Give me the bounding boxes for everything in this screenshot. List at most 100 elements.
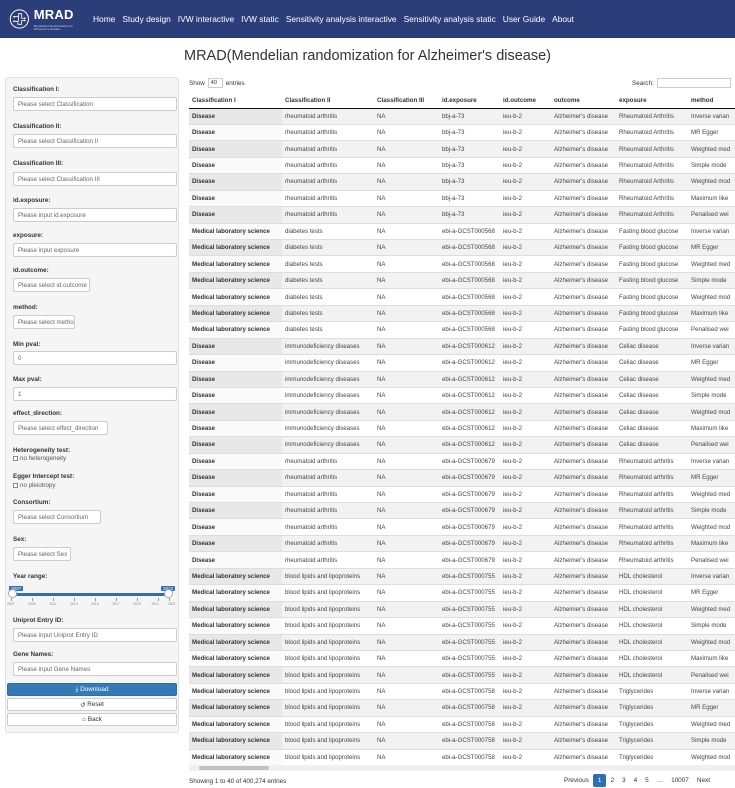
table-cell: Disease — [189, 354, 282, 371]
back-button[interactable]: ⌂ Back — [7, 713, 177, 726]
nav-link-user-guide[interactable]: User Guide — [503, 14, 545, 24]
page-button-1[interactable]: 1 — [592, 773, 607, 787]
method-select[interactable]: Please select method — [13, 315, 75, 329]
column-header[interactable]: id.outcome — [500, 93, 551, 109]
table-cell: Alzheimer's disease — [551, 288, 616, 306]
max-pval-input[interactable]: 1 — [13, 387, 177, 401]
search-input[interactable] — [656, 78, 731, 88]
table-cell: ebi-a-GCST000679 — [439, 518, 500, 536]
min-pval-input[interactable]: 0 — [13, 351, 177, 365]
nav-link-about[interactable]: About — [552, 14, 574, 24]
table-cell: NA — [374, 518, 439, 536]
page-button-3[interactable]: 3 — [618, 775, 630, 786]
table-cell: ieu-b-2 — [500, 354, 551, 371]
column-header[interactable]: exposure — [616, 93, 688, 109]
id-outcome-select[interactable]: Please select id.outcome — [13, 278, 90, 292]
table-cell: ebi-a-GCST000758 — [439, 748, 500, 765]
column-header[interactable]: id.exposure — [439, 93, 500, 109]
page-button-next[interactable]: Next — [693, 775, 714, 786]
table-cell: ebi-a-GCST000755 — [439, 584, 500, 602]
download-button[interactable]: ⤓ Download — [7, 683, 177, 696]
table-cell: Alzheimer's disease — [551, 666, 616, 684]
horizontal-scrollbar[interactable] — [189, 765, 735, 771]
nav-link-sensitivity-analysis-static[interactable]: Sensitivity analysis static — [404, 14, 496, 24]
scrollbar-thumb[interactable] — [199, 766, 269, 770]
exposure-label: exposure: — [13, 232, 44, 239]
table-row: Disease immunodeficiency diseases NA ebi-a-… — [189, 436, 735, 454]
table-cell: Disease — [189, 386, 282, 404]
table-cell: Simple mode — [688, 501, 735, 519]
classification3-select[interactable]: Please select Classification III — [13, 172, 177, 186]
column-header[interactable]: outcome — [551, 93, 616, 109]
table-cell: MR Egger — [688, 238, 735, 256]
table-cell: ieu-b-2 — [500, 173, 551, 191]
table-cell: bbj-a-73 — [439, 123, 500, 141]
page-length-select[interactable]: 40 — [207, 78, 223, 88]
nav-link-study-design[interactable]: Study design — [122, 14, 170, 24]
id-exposure-input[interactable]: Please input id.exposure — [13, 208, 177, 222]
no-pleiotropy-checkbox[interactable]: no pleiotropy — [13, 482, 55, 489]
year-range-slider[interactable]: 2007 2022 200720092011201320152017201920… — [7, 586, 175, 608]
table-cell: ieu-b-2 — [500, 140, 551, 158]
slider-max-handle[interactable] — [164, 589, 173, 598]
table-cell: Alzheimer's disease — [551, 123, 616, 141]
table-cell: ieu-b-2 — [500, 436, 551, 454]
filter-sidebar: Classification I: Please select Classifi… — [5, 77, 179, 733]
uniprot-input[interactable]: Please input Uniprot Entry ID — [13, 628, 177, 642]
table-cell: Maximum like — [688, 534, 735, 552]
gene-names-input[interactable]: Please input Gene Names — [13, 662, 177, 676]
brand-logo[interactable]: MRAD Mendelian Randomization for Alzheime… — [8, 4, 84, 34]
table-row: Medical laboratory science diabetes tests… — [189, 321, 735, 339]
sex-select[interactable]: Please select Sex — [13, 547, 71, 561]
table-cell: ebi-a-GCST000755 — [439, 649, 500, 667]
page-button-4[interactable]: 4 — [630, 775, 642, 786]
slider-tick-label: 2022 — [168, 602, 176, 606]
table-cell: NA — [374, 584, 439, 602]
table-row: Disease immunodeficiency diseases NA ebi-a-… — [189, 354, 735, 371]
exposure-input[interactable]: Please input exposure — [13, 243, 177, 257]
max-pval-label: Max pval: — [13, 376, 42, 383]
column-header[interactable]: method — [688, 93, 735, 109]
table-cell: ebi-a-GCST000755 — [439, 600, 500, 618]
no-heterogeneity-checkbox[interactable]: no heterogeneity — [13, 455, 66, 462]
slider-tick — [74, 598, 76, 601]
table-row: Disease rheumatoid arthritis NA bbj-a-73 ieu… — [189, 189, 735, 207]
column-header[interactable]: Classification III — [374, 93, 439, 109]
page-button-10007[interactable]: 10007 — [667, 775, 693, 786]
table-cell: bbj-a-73 — [439, 156, 500, 174]
table-cell: Alzheimer's disease — [551, 633, 616, 651]
table-cell: ebi-a-GCST000568 — [439, 271, 500, 289]
table-cell: rheumatoid arthritis — [282, 518, 374, 536]
table-cell: Alzheimer's disease — [551, 370, 616, 388]
table-cell: Rheumatoid Arthritis — [616, 189, 688, 207]
table-cell: NA — [374, 337, 439, 355]
table-cell: ieu-b-2 — [500, 238, 551, 256]
table-cell: ebi-a-GCST000758 — [439, 732, 500, 750]
column-header[interactable]: Classification I — [189, 93, 282, 109]
classification2-label: Classification II: — [13, 123, 62, 130]
slider-min-handle[interactable] — [8, 589, 17, 598]
effect-direction-select[interactable]: Please select effect_direction — [13, 421, 108, 435]
consortium-select[interactable]: Please select Consortium — [13, 510, 101, 524]
page-button-previous[interactable]: Previous — [560, 775, 593, 786]
page-button-5[interactable]: 5 — [641, 775, 653, 786]
nav-link-ivw-static[interactable]: IVW static — [241, 14, 279, 24]
table-cell: Disease — [189, 189, 282, 207]
table-cell: blood lipids and lipoproteins — [282, 682, 374, 700]
nav-link-home[interactable]: Home — [93, 14, 115, 24]
slider-tick — [11, 598, 12, 601]
column-header[interactable]: Classification II — [282, 93, 374, 109]
consortium-label: Consortium: — [13, 499, 51, 506]
gene-names-label: Gene Names: — [13, 651, 54, 658]
table-cell: Inverse varian — [688, 452, 735, 470]
nav-link-sensitivity-analysis-interactive[interactable]: Sensitivity analysis interactive — [286, 14, 397, 24]
table-cell: ebi-a-GCST000612 — [439, 354, 500, 371]
table-cell: Rheumatoid Arthritis — [616, 156, 688, 174]
id-exposure-label: id.exposure: — [13, 197, 51, 204]
classification2-select[interactable]: Please select Classification II — [13, 134, 177, 148]
reset-button[interactable]: ↺ Reset — [7, 698, 177, 711]
nav-link-ivw-interactive[interactable]: IVW interactive — [178, 14, 234, 24]
classification1-select[interactable]: Please select Classification — [13, 97, 177, 111]
page-button-2[interactable]: 2 — [606, 775, 618, 786]
method-label: method: — [13, 304, 38, 311]
